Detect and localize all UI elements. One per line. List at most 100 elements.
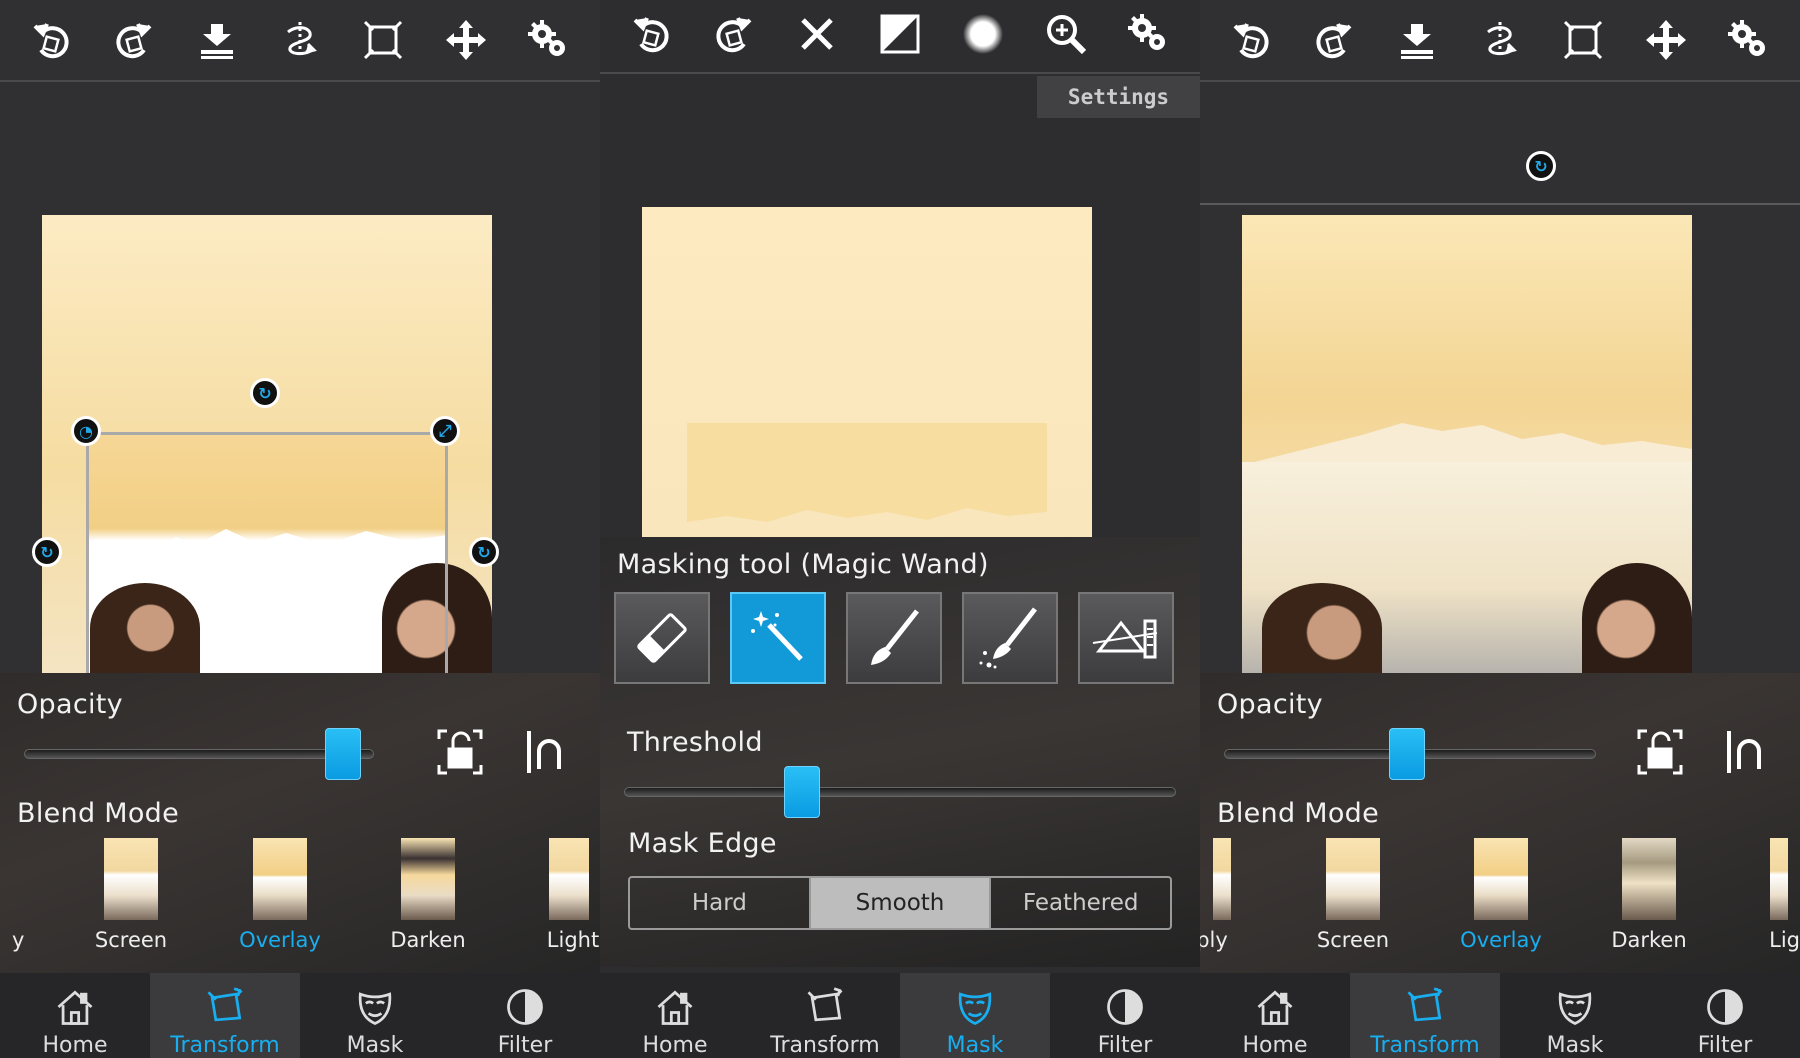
fit-frame-button[interactable] — [1559, 16, 1607, 64]
zoom-button[interactable] — [1042, 10, 1090, 58]
opacity-slider[interactable] — [24, 749, 374, 759]
masking-tool-title: Masking tool (Magic Wand) — [617, 549, 989, 580]
canvas-photo[interactable] — [42, 215, 492, 682]
tab-transform[interactable]: Transform — [150, 973, 300, 1058]
canvas-photo[interactable] — [1242, 215, 1692, 673]
tab-transform[interactable]: Transform — [1350, 973, 1500, 1058]
mask-toolbar — [600, 0, 1200, 74]
tab-home[interactable]: Home — [0, 973, 150, 1058]
tab-mask[interactable]: Mask — [300, 973, 450, 1058]
undo-button[interactable] — [27, 16, 75, 64]
blend-item-label[interactable]: Darken — [358, 928, 498, 952]
blend-item-label[interactable]: Light — [503, 928, 600, 952]
magnet-icon[interactable] — [1725, 729, 1771, 775]
blend-item-label-selected[interactable]: Overlay — [1431, 928, 1571, 952]
filter-icon — [507, 989, 543, 1025]
lock-open-icon[interactable] — [1637, 729, 1683, 775]
flip-button[interactable] — [276, 16, 324, 64]
mask-edge-label: Mask Edge — [628, 828, 777, 859]
top-toolbar — [0, 0, 600, 82]
layer-bounds-line — [1200, 203, 1800, 205]
transform-box[interactable] — [86, 432, 448, 682]
spray-brush-icon — [979, 607, 1037, 669]
blend-thumb-light[interactable] — [1770, 838, 1788, 920]
eraser-icon — [637, 613, 687, 663]
move-button[interactable] — [442, 16, 490, 64]
blend-thumb-overlay[interactable] — [1474, 838, 1528, 920]
rotate-handle-top[interactable]: ↻ — [250, 378, 280, 408]
tab-mask[interactable]: Mask — [1500, 973, 1650, 1058]
tab-home[interactable]: Home — [1200, 973, 1350, 1058]
blend-mode-list: ply Screen Overlay Darken Lig — [1200, 838, 1800, 958]
merge-down-button[interactable] — [193, 16, 241, 64]
rotate-handle-left[interactable]: ↻ — [32, 537, 62, 567]
blend-item-label[interactable]: Screen — [61, 928, 201, 952]
corner-handle-top-left[interactable]: ◔ — [71, 416, 101, 446]
blend-thumb-darken[interactable] — [401, 838, 455, 920]
redo-icon — [116, 22, 153, 59]
fit-frame-button[interactable] — [359, 16, 407, 64]
magnet-icon[interactable] — [525, 729, 571, 775]
blend-item-label-selected[interactable]: Overlay — [210, 928, 350, 952]
middle-panel: Settings Masking tool (Magic Wand) Thres… — [600, 0, 1200, 1058]
redo-button[interactable] — [1310, 16, 1358, 64]
gradient-tool-button[interactable] — [1078, 592, 1174, 684]
brush-softness-button[interactable] — [959, 10, 1007, 58]
brush-tool-button[interactable] — [846, 592, 942, 684]
redo-button[interactable] — [110, 16, 158, 64]
blend-item-label[interactable]: ply — [1200, 928, 1282, 952]
settings-button[interactable] — [1124, 10, 1172, 58]
threshold-slider[interactable] — [624, 787, 1176, 797]
blend-mode-label: Blend Mode — [17, 798, 180, 829]
rotate-handle-top[interactable]: ↻ — [1526, 151, 1556, 181]
lock-open-icon[interactable] — [437, 729, 483, 775]
tab-transform[interactable]: Transform — [750, 973, 900, 1058]
undo-button[interactable] — [1227, 16, 1275, 64]
tab-home[interactable]: Home — [600, 973, 750, 1058]
blend-item-label[interactable]: Lig — [1710, 928, 1800, 952]
blend-mode-list: y Screen Overlay Darken Light — [0, 838, 600, 958]
redo-icon — [716, 16, 753, 53]
tab-mask[interactable]: Mask — [900, 973, 1050, 1058]
fit-frame-icon — [1563, 20, 1603, 60]
mask-edge-hard[interactable]: Hard — [630, 878, 811, 928]
blend-thumb-screen[interactable] — [104, 838, 158, 920]
tab-filter[interactable]: Filter — [450, 973, 600, 1058]
blend-thumb-light[interactable] — [549, 838, 589, 920]
corner-handle-top-right[interactable]: ⤢ — [430, 416, 460, 446]
spray-brush-tool-button[interactable] — [962, 592, 1058, 684]
settings-button[interactable] — [1724, 16, 1772, 64]
move-button[interactable] — [1642, 16, 1690, 64]
rotate-handle-right[interactable]: ↻ — [469, 537, 499, 567]
mask-edge-segmented-control: Hard Smooth Feathered — [628, 876, 1172, 930]
blend-item-label[interactable]: Screen — [1283, 928, 1423, 952]
magic-wand-icon — [751, 611, 803, 661]
blend-thumb-overlay[interactable] — [253, 838, 307, 920]
merge-down-button[interactable] — [1393, 16, 1441, 64]
gradient-tool-icon — [1092, 619, 1158, 659]
tab-filter[interactable]: Filter — [1650, 973, 1800, 1058]
tab-filter[interactable]: Filter — [1050, 973, 1200, 1058]
settings-popup-button[interactable]: Settings — [1037, 76, 1200, 118]
mask-edge-smooth[interactable]: Smooth — [810, 878, 992, 928]
redo-button[interactable] — [710, 10, 758, 58]
threshold-slider-thumb[interactable] — [783, 766, 820, 818]
invert-mask-button[interactable] — [876, 10, 924, 58]
clear-mask-button[interactable] — [793, 10, 841, 58]
mask-edge-feathered[interactable]: Feathered — [991, 878, 1170, 928]
eraser-tool-button[interactable] — [614, 592, 710, 684]
filter-icon — [1107, 989, 1143, 1025]
opacity-slider-thumb[interactable] — [1388, 728, 1425, 780]
settings-button[interactable] — [524, 16, 572, 64]
flip-button[interactable] — [1476, 16, 1524, 64]
blend-item-label[interactable]: Darken — [1579, 928, 1719, 952]
mask-canvas[interactable] — [642, 207, 1092, 537]
settings-icon — [1128, 14, 1166, 50]
blend-thumb-screen[interactable] — [1326, 838, 1380, 920]
opacity-slider-thumb[interactable] — [325, 728, 362, 780]
blend-thumb-darken[interactable] — [1622, 838, 1676, 920]
settings-icon — [1728, 20, 1766, 56]
blend-thumb-multiply[interactable] — [1213, 838, 1231, 920]
undo-button[interactable] — [627, 10, 675, 58]
magic-wand-tool-button[interactable] — [730, 592, 826, 684]
